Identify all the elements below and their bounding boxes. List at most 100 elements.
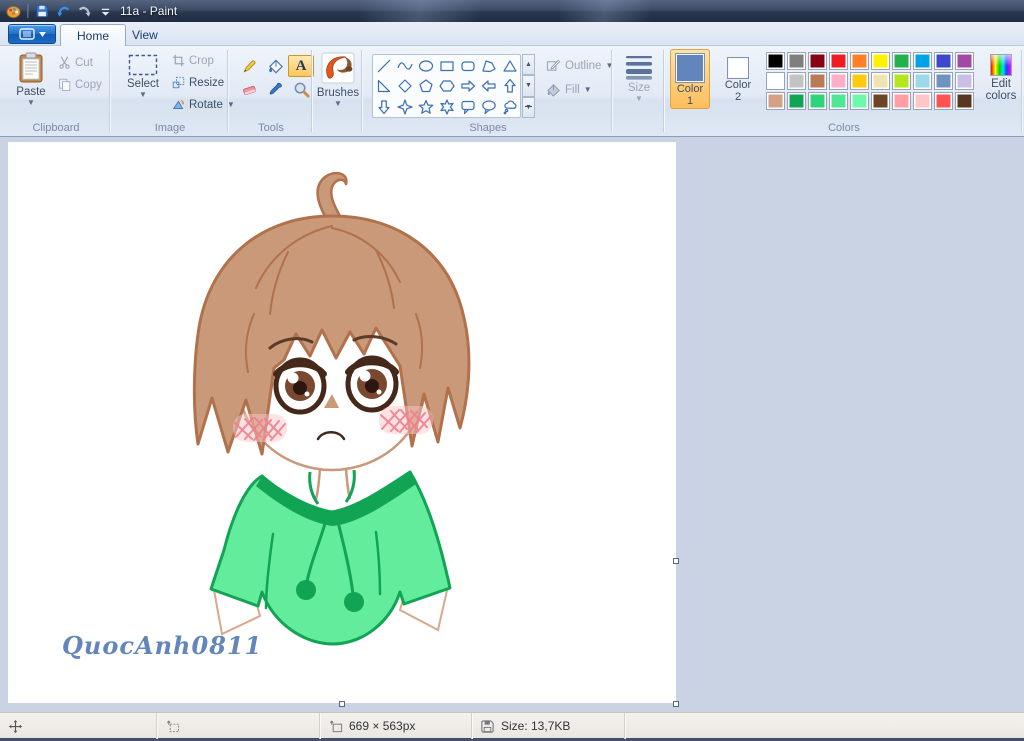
- palette-swatch[interactable]: [850, 52, 869, 70]
- palette-swatch[interactable]: [787, 72, 806, 90]
- shape-up-arrow-icon[interactable]: [500, 76, 521, 97]
- drawing-canvas[interactable]: QuocAnh0811: [8, 142, 676, 703]
- chevron-down-icon: ▼: [334, 99, 342, 108]
- application-menu-button[interactable]: [8, 24, 56, 44]
- palette-swatch[interactable]: [913, 52, 932, 70]
- shapes-scroll-down-button[interactable]: ▼: [522, 75, 535, 97]
- palette-swatch[interactable]: [829, 72, 848, 90]
- palette-swatch[interactable]: [955, 72, 974, 90]
- palette-swatch[interactable]: [850, 92, 869, 110]
- shape-right-triangle-icon[interactable]: [374, 76, 395, 97]
- rotate-button[interactable]: Rotate ▼: [172, 98, 235, 111]
- color1-button[interactable]: Color 1: [670, 49, 710, 109]
- shape-right-arrow-icon[interactable]: [458, 76, 479, 97]
- palette-swatch[interactable]: [913, 72, 932, 90]
- shape-cloud-callout-icon[interactable]: [500, 97, 521, 118]
- quick-access-toolbar: [4, 1, 114, 21]
- shape-line-icon[interactable]: [374, 56, 395, 77]
- palette-swatch[interactable]: [955, 92, 974, 110]
- shape-six-point-star-icon[interactable]: [437, 97, 458, 118]
- shapes-scrollbar: ▲ ▼ ▼: [522, 54, 535, 118]
- fill-button[interactable]: Fill ▼: [546, 82, 592, 97]
- edit-colors-button[interactable]: Edit colors: [982, 54, 1020, 102]
- palette-swatch[interactable]: [787, 92, 806, 110]
- shape-rounded-callout-icon[interactable]: [458, 97, 479, 118]
- redo-button[interactable]: [75, 2, 93, 20]
- canvas-resize-handle-bottom[interactable]: [339, 701, 345, 707]
- shape-four-point-star-icon[interactable]: [395, 97, 416, 118]
- chevron-down-icon: ▼: [635, 94, 643, 103]
- color-picker-tool-button[interactable]: [262, 78, 288, 100]
- text-tool-button[interactable]: A: [288, 55, 314, 77]
- resize-button[interactable]: Resize: [172, 76, 224, 89]
- palette-swatch[interactable]: [934, 92, 953, 110]
- palette-swatch[interactable]: [787, 52, 806, 70]
- color2-button[interactable]: Color 2: [718, 49, 758, 105]
- palette-swatch[interactable]: [892, 52, 911, 70]
- shape-hexagon-icon[interactable]: [437, 76, 458, 97]
- undo-button[interactable]: [54, 2, 72, 20]
- chevron-down-icon: ▼: [605, 60, 614, 70]
- eraser-tool-button[interactable]: [236, 78, 262, 100]
- shape-curve-icon[interactable]: [395, 56, 416, 77]
- palette-swatch[interactable]: [808, 52, 827, 70]
- shape-pentagon-icon[interactable]: [416, 76, 437, 97]
- palette-swatch[interactable]: [871, 72, 890, 90]
- shape-rounded-rectangle-icon[interactable]: [458, 56, 479, 77]
- shape-left-arrow-icon[interactable]: [479, 76, 500, 97]
- select-button[interactable]: Select ▼: [120, 54, 166, 99]
- color-spectrum-icon: [990, 54, 1012, 76]
- shape-rectangle-icon[interactable]: [437, 56, 458, 77]
- palette-swatch[interactable]: [913, 92, 932, 110]
- fill-icon: [547, 84, 560, 97]
- pencil-tool-button[interactable]: [236, 55, 262, 77]
- line-size-icon: [626, 56, 652, 80]
- tab-view[interactable]: View: [116, 24, 174, 46]
- palette-swatch[interactable]: [871, 92, 890, 110]
- outline-button[interactable]: Outline ▼: [546, 58, 613, 73]
- canvas-resize-handle-corner[interactable]: [673, 701, 679, 707]
- palette-swatch[interactable]: [892, 92, 911, 110]
- palette-swatch[interactable]: [808, 92, 827, 110]
- palette-swatch[interactable]: [766, 92, 785, 110]
- paste-button[interactable]: Paste ▼: [10, 52, 52, 107]
- shapes-more-button[interactable]: ▼: [522, 96, 535, 118]
- palette-swatch[interactable]: [766, 72, 785, 90]
- color1-swatch: [675, 53, 705, 83]
- qat-separator: [27, 4, 28, 18]
- palette-swatch[interactable]: [850, 72, 869, 90]
- character-drawing: [192, 171, 471, 646]
- palette-swatch[interactable]: [955, 52, 974, 70]
- customize-qat-dropdown-icon[interactable]: [96, 2, 114, 20]
- copy-button[interactable]: Copy: [58, 78, 102, 91]
- canvas-resize-handle-right[interactable]: [673, 558, 679, 564]
- menu-list-icon: [18, 28, 35, 40]
- size-button[interactable]: Size ▼: [619, 54, 659, 103]
- palette-swatch[interactable]: [871, 52, 890, 70]
- palette-swatch[interactable]: [808, 72, 827, 90]
- shape-five-point-star-icon[interactable]: [416, 97, 437, 118]
- magnifier-tool-button[interactable]: [288, 78, 314, 100]
- save-button[interactable]: [33, 2, 51, 20]
- palette-swatch[interactable]: [766, 52, 785, 70]
- shapes-scroll-up-button[interactable]: ▲: [522, 54, 535, 76]
- palette-swatch[interactable]: [829, 92, 848, 110]
- shape-oval-icon[interactable]: [416, 56, 437, 77]
- group-colors: Color 1 Color 2 Edit colors Colors: [666, 46, 1022, 136]
- shape-triangle-icon[interactable]: [500, 56, 521, 77]
- palette-swatch[interactable]: [892, 72, 911, 90]
- canvas-size-pane: 669 × 563px: [320, 713, 472, 739]
- crop-button[interactable]: Crop: [172, 54, 214, 67]
- palette-swatch[interactable]: [934, 52, 953, 70]
- scissors-icon: [59, 56, 70, 69]
- palette-swatch[interactable]: [934, 72, 953, 90]
- fill-with-color-tool-button[interactable]: [262, 55, 288, 77]
- shape-oval-callout-icon[interactable]: [479, 97, 500, 118]
- cut-button[interactable]: Cut: [58, 56, 93, 69]
- shape-polygon-icon[interactable]: [479, 56, 500, 77]
- brushes-button[interactable]: Brushes ▼: [316, 51, 360, 108]
- palette-swatch[interactable]: [829, 52, 848, 70]
- shape-diamond-icon[interactable]: [395, 76, 416, 97]
- shape-down-arrow-icon[interactable]: [374, 97, 395, 118]
- work-area: QuocAnh0811: [0, 138, 1024, 712]
